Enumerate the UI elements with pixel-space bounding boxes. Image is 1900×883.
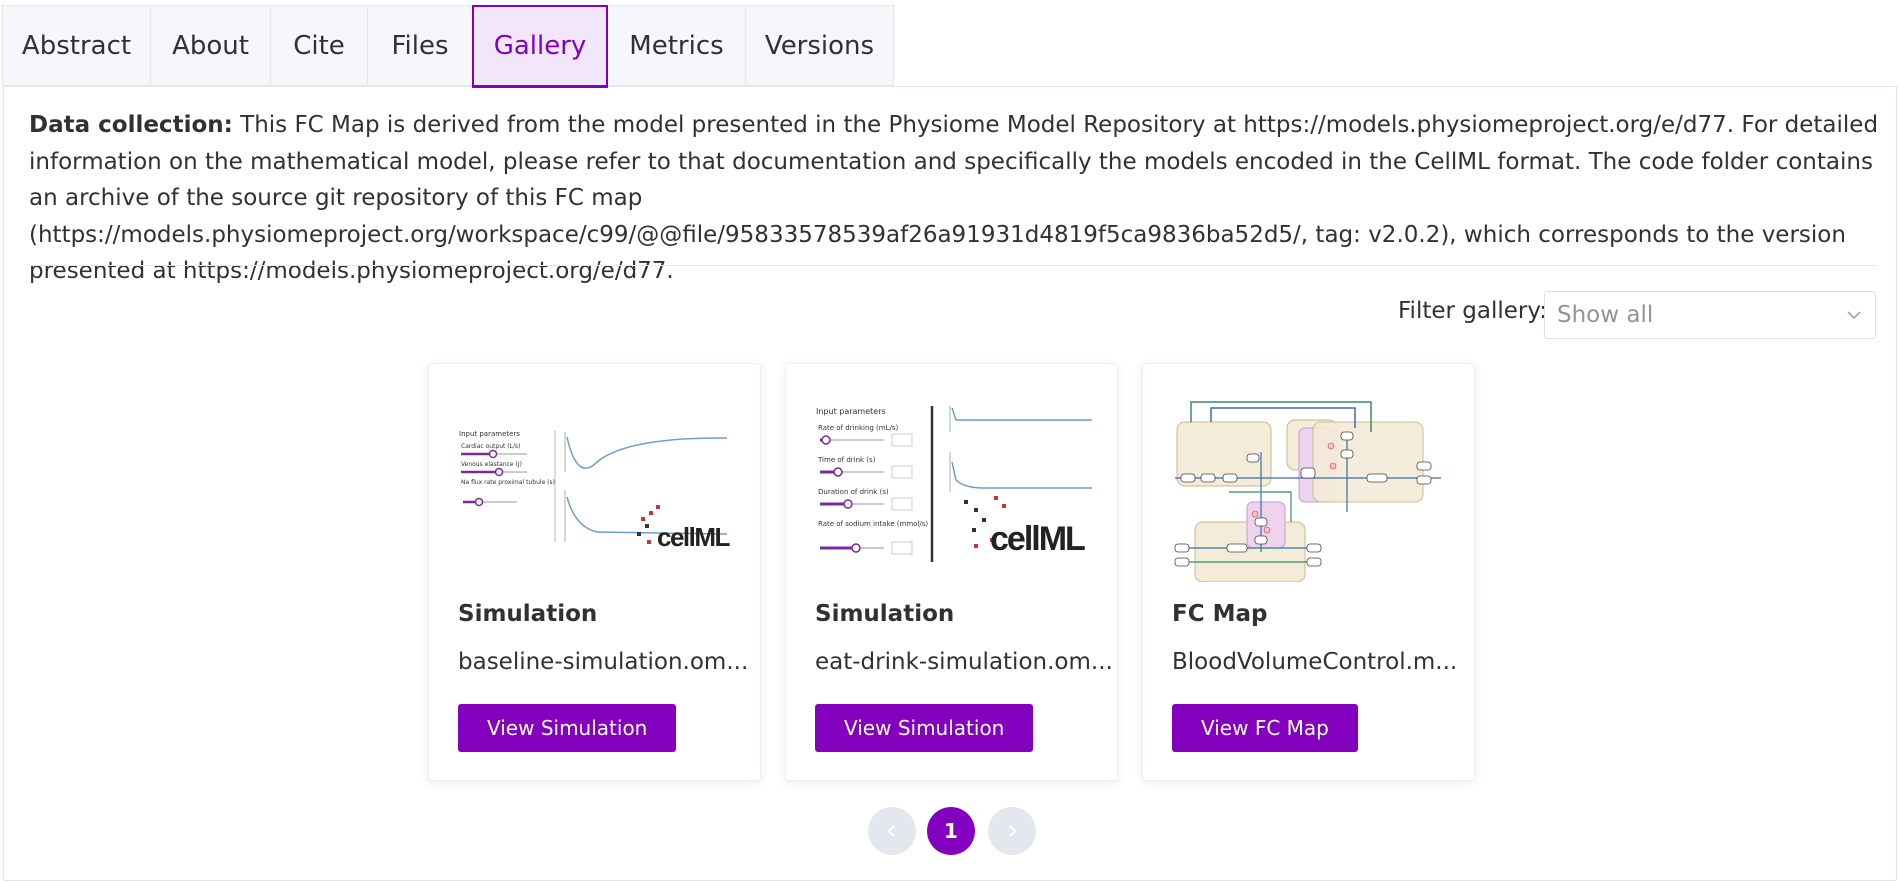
- pagination-next-button[interactable]: [988, 807, 1036, 855]
- card-type: FC Map: [1172, 601, 1268, 627]
- card-filename: BloodVolumeControl.m...: [1172, 649, 1458, 675]
- data-collection-description: Data collection: This FC Map is derived …: [29, 107, 1879, 290]
- gallery-card: Input parameters Rate of drinking (mL/s)…: [785, 363, 1118, 781]
- chevron-right-icon: [1009, 825, 1017, 837]
- card-filename: baseline-simulation.om...: [458, 649, 749, 675]
- svg-text:Input parameters: Input parameters: [816, 407, 886, 416]
- tab-metrics[interactable]: Metrics: [607, 5, 746, 86]
- tab-bar: Abstract About Cite Files Gallery Metric…: [2, 5, 894, 88]
- description-heading: Data collection:: [29, 112, 233, 138]
- fc-map-thumbnail: [1174, 401, 1441, 582]
- pagination-page-1[interactable]: 1: [927, 807, 975, 855]
- gallery-card: FC Map BloodVolumeControl.m... View FC M…: [1142, 363, 1475, 781]
- svg-text:Venous elastance (J): Venous elastance (J): [461, 461, 522, 468]
- card-filename: eat-drink-simulation.om...: [815, 649, 1113, 675]
- cellml-logo: cellML: [637, 505, 732, 552]
- card-type: Simulation: [815, 601, 955, 627]
- chevron-down-icon: [1847, 311, 1861, 320]
- tab-abstract[interactable]: Abstract: [2, 5, 151, 86]
- svg-text:Na flux rate proximal tubule (: Na flux rate proximal tubule (s): [461, 479, 555, 486]
- svg-text:Rate of drinking (mL/s): Rate of drinking (mL/s): [818, 424, 899, 432]
- filter-gallery-select[interactable]: Show all: [1544, 291, 1876, 339]
- view-simulation-button[interactable]: View Simulation: [458, 704, 677, 752]
- svg-text:cellML: cellML: [990, 520, 1085, 558]
- tab-gallery[interactable]: Gallery: [472, 5, 608, 88]
- chevron-left-icon: [887, 825, 895, 837]
- svg-text:Cardiac output (L/s): Cardiac output (L/s): [461, 443, 520, 450]
- cellml-logo: cellML: [964, 496, 1087, 558]
- card-type: Simulation: [458, 601, 598, 627]
- tab-files[interactable]: Files: [367, 5, 473, 86]
- pagination-prev-button[interactable]: [868, 807, 916, 855]
- tab-about[interactable]: About: [150, 5, 271, 86]
- view-simulation-button[interactable]: View Simulation: [815, 704, 1034, 752]
- tab-versions[interactable]: Versions: [745, 5, 894, 86]
- filter-select-value: Show all: [1557, 302, 1654, 328]
- gallery-panel: Data collection: This FC Map is derived …: [3, 86, 1897, 881]
- simulation-thumbnail: Input parameters Cardiac output (L/s) Ve…: [459, 430, 732, 552]
- thumb-input-parameters: Input parameters: [459, 430, 520, 438]
- filter-label: Filter gallery:: [1398, 298, 1548, 324]
- svg-text:cellML: cellML: [657, 522, 731, 552]
- svg-text:Duration of drink (s): Duration of drink (s): [818, 488, 889, 496]
- description-text: This FC Map is derived from the model pr…: [29, 112, 1879, 284]
- simulation-thumbnail: Input parameters Rate of drinking (mL/s)…: [816, 406, 1092, 562]
- svg-text:Time of drink (s): Time of drink (s): [817, 456, 876, 464]
- view-fc-map-button[interactable]: View FC Map: [1172, 704, 1358, 752]
- svg-text:Rate of sodium intake (mmol/s): Rate of sodium intake (mmol/s): [818, 520, 928, 528]
- gallery-card: Input parameters Cardiac output (L/s) Ve…: [428, 363, 761, 781]
- tab-cite[interactable]: Cite: [270, 5, 368, 86]
- divider: [29, 265, 1877, 266]
